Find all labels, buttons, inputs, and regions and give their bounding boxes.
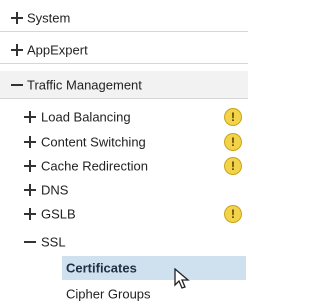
menu-item-label: Traffic Management — [27, 77, 142, 92]
submenu-item-label: GSLB — [41, 206, 76, 222]
submenu-item-ssl[interactable]: SSL — [0, 228, 250, 256]
plus-icon[interactable] — [24, 136, 36, 148]
warning-icon: ! — [224, 157, 242, 175]
minus-icon[interactable] — [24, 236, 36, 248]
menu-item-label: System — [27, 10, 71, 25]
plus-icon[interactable] — [24, 208, 36, 220]
submenu-item-label: DNS — [41, 182, 69, 198]
minus-icon[interactable] — [11, 79, 23, 91]
submenu-item-label: Load Balancing — [41, 109, 131, 125]
submenu-item-certificates[interactable]: Certificates — [62, 256, 246, 280]
mouse-pointer-icon — [174, 268, 190, 289]
warning-icon: ! — [224, 108, 242, 126]
plus-icon[interactable] — [11, 11, 23, 24]
plus-icon[interactable] — [24, 160, 36, 172]
menu-item-traffic-management[interactable]: Traffic Management — [0, 71, 248, 99]
navigation-tree: System AppExpert Traffic Management Load… — [0, 0, 250, 303]
submenu-item-cipher-groups[interactable]: Cipher Groups — [0, 280, 250, 308]
warning-icon: ! — [224, 133, 242, 151]
submenu-item-load-balancing[interactable]: Load Balancing ! — [0, 103, 250, 131]
menu-item-label: AppExpert — [27, 42, 88, 57]
warning-icon: ! — [224, 205, 242, 223]
menu-item-system[interactable]: System — [0, 4, 248, 32]
submenu-item-gslb[interactable]: GSLB ! — [0, 200, 250, 228]
submenu-item-label: Cache Redirection — [41, 158, 148, 174]
menu-item-appexpert[interactable]: AppExpert — [0, 36, 248, 64]
plus-icon[interactable] — [24, 184, 36, 196]
submenu-item-label: Cipher Groups — [66, 286, 151, 302]
submenu-item-label: Content Switching — [41, 134, 146, 150]
submenu-item-label: Certificates — [66, 260, 137, 276]
plus-icon[interactable] — [24, 111, 36, 123]
submenu-item-label: SSL — [41, 234, 66, 250]
plus-icon[interactable] — [11, 43, 23, 56]
